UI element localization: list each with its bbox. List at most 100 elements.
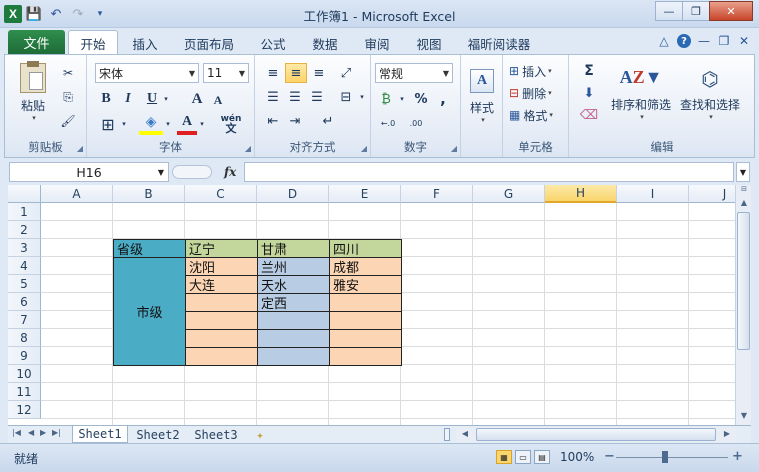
tab-formulas[interactable]: 公式 — [254, 32, 292, 54]
scroll-down-icon[interactable]: ▼ — [737, 411, 751, 420]
tab-file[interactable]: 文件 — [8, 30, 65, 54]
cell-c7[interactable] — [185, 311, 258, 330]
decrease-decimal-button[interactable]: .00 — [403, 113, 429, 133]
font-size-combo[interactable]: 11 ▼ — [203, 63, 249, 83]
close-button[interactable]: ✕ — [709, 1, 753, 21]
cell-d4[interactable]: 兰州 — [257, 257, 330, 276]
prev-sheet-icon[interactable]: ◀ — [28, 428, 34, 437]
styles-button[interactable]: A 样式 ▾ — [467, 63, 497, 129]
column-header-c[interactable]: C — [185, 185, 257, 203]
cell-b4-merged[interactable]: 市级 — [113, 257, 186, 366]
sheet-tab-sheet1[interactable]: Sheet1 — [72, 426, 128, 443]
row-header-2[interactable]: 2 — [8, 221, 41, 239]
cell-e8[interactable] — [329, 329, 402, 348]
align-left-icon[interactable]: ☰ — [263, 87, 283, 107]
row-header-12[interactable]: 12 — [8, 401, 41, 419]
cell-c5[interactable]: 大连 — [185, 275, 258, 294]
zoom-in-button[interactable]: + — [732, 449, 743, 464]
horizontal-scroll-thumb[interactable] — [476, 428, 716, 441]
cell-d5[interactable]: 天水 — [257, 275, 330, 294]
scroll-up-icon[interactable]: ▲ — [737, 198, 751, 207]
tab-page-layout[interactable]: 页面布局 — [180, 32, 238, 54]
copy-icon[interactable]: ⎘ — [57, 87, 79, 107]
cell-d8[interactable] — [257, 329, 330, 348]
align-center-icon[interactable]: ☰ — [285, 87, 305, 107]
vertical-scrollbar[interactable]: ⊟ ▲ ▼ — [735, 185, 751, 425]
name-box-dropdown-icon[interactable]: ▼ — [158, 168, 164, 177]
cell-c9[interactable] — [185, 347, 258, 366]
row-header-5[interactable]: 5 — [8, 275, 41, 293]
currency-icon[interactable]: ₿ — [375, 89, 397, 109]
select-all-corner[interactable] — [8, 185, 41, 203]
cell-c4[interactable]: 沈阳 — [185, 257, 258, 276]
column-header-f[interactable]: F — [401, 185, 473, 203]
number-format-dropdown-icon[interactable]: ▼ — [443, 69, 449, 78]
row-header-8[interactable]: 8 — [8, 329, 41, 347]
font-color-dropdown-icon[interactable]: ▾ — [197, 113, 207, 135]
format-cells-button[interactable]: ▦ 格式 ▾ — [509, 105, 565, 125]
tab-review[interactable]: 审阅 — [358, 32, 396, 54]
cell-e5[interactable]: 雅安 — [329, 275, 402, 294]
cell-c6[interactable] — [185, 293, 258, 312]
workbook-minimize-icon[interactable]: — — [697, 34, 711, 48]
comma-button[interactable]: , — [433, 89, 453, 109]
number-format-combo[interactable]: 常规 ▼ — [375, 63, 453, 83]
page-layout-view-icon[interactable]: ▭ — [515, 450, 531, 464]
split-box-icon[interactable]: ⊟ — [737, 185, 751, 193]
increase-decimal-button[interactable]: ←.0 — [375, 113, 401, 133]
tab-foxit-reader[interactable]: 福昕阅读器 — [462, 32, 536, 54]
row-header-10[interactable]: 10 — [8, 365, 41, 383]
clear-icon[interactable]: ⌫ — [575, 105, 603, 125]
font-name-dropdown-icon[interactable]: ▼ — [189, 69, 195, 78]
scroll-left-icon[interactable]: ◀ — [458, 429, 472, 438]
fill-icon[interactable]: ⬇ — [575, 83, 603, 103]
column-header-i[interactable]: I — [617, 185, 689, 203]
tab-data[interactable]: 数据 — [306, 32, 344, 54]
align-right-icon[interactable]: ☰ — [307, 87, 327, 107]
tab-view[interactable]: 视图 — [410, 32, 448, 54]
row-header-4[interactable]: 4 — [8, 257, 41, 275]
shrink-font-button[interactable]: A — [209, 91, 227, 109]
column-header-j[interactable]: J — [689, 185, 735, 203]
fill-dropdown-icon[interactable]: ▾ — [163, 113, 173, 135]
border-dropdown-icon[interactable]: ▾ — [119, 113, 129, 135]
sort-filter-button[interactable]: AZ▼ 排序和筛选 ▾ — [609, 61, 673, 127]
column-header-g[interactable]: G — [473, 185, 545, 203]
fill-color-icon[interactable]: ◈ — [139, 113, 163, 135]
row-header-3[interactable]: 3 — [8, 239, 41, 257]
horizontal-scrollbar[interactable]: ◀ ▶ — [456, 427, 736, 442]
align-bottom-icon[interactable]: ≡ — [309, 63, 329, 83]
cell-e7[interactable] — [329, 311, 402, 330]
cell-b3[interactable]: 省级 — [113, 239, 186, 258]
row-header-9[interactable]: 9 — [8, 347, 41, 365]
increase-indent-icon[interactable]: ⇥ — [285, 111, 305, 131]
align-middle-icon[interactable]: ≡ — [285, 63, 307, 83]
insert-function-icon[interactable]: fx — [224, 165, 236, 179]
collapse-ribbon-icon[interactable]: △ — [657, 34, 671, 48]
format-painter-icon[interactable]: 🖌 — [57, 111, 79, 131]
styles-dropdown-icon[interactable]: ▾ — [481, 116, 485, 124]
expand-formula-bar-icon[interactable]: ▼ — [736, 162, 750, 182]
cell-d6[interactable]: 定西 — [257, 293, 330, 312]
zoom-slider[interactable] — [616, 457, 728, 458]
orientation-icon[interactable]: ⤢ — [335, 63, 357, 83]
cell-e3[interactable]: 四川 — [329, 239, 402, 258]
alignment-launcher-icon[interactable]: ◢ — [361, 144, 367, 153]
cell-c8[interactable] — [185, 329, 258, 348]
row-header-1[interactable]: 1 — [8, 203, 41, 221]
paste-button[interactable]: 粘贴 ▾ — [13, 60, 53, 123]
align-top-icon[interactable]: ≡ — [263, 63, 283, 83]
minimize-button[interactable]: — — [655, 1, 683, 21]
find-select-button[interactable]: ⌬ 查找和选择 ▾ — [675, 61, 745, 127]
column-header-h[interactable]: H — [545, 185, 617, 203]
underline-dropdown-icon[interactable]: ▾ — [161, 89, 171, 109]
clipboard-launcher-icon[interactable]: ◢ — [77, 144, 83, 153]
workbook-close-icon[interactable]: ✕ — [737, 34, 751, 48]
row-header-7[interactable]: 7 — [8, 311, 41, 329]
formula-input[interactable] — [244, 162, 734, 182]
column-header-e[interactable]: E — [329, 185, 401, 203]
font-name-combo[interactable]: 宋体 ▼ — [95, 63, 199, 83]
grow-font-button[interactable]: A — [187, 89, 207, 109]
cell-d9[interactable] — [257, 347, 330, 366]
vertical-scroll-thumb[interactable] — [737, 212, 750, 350]
